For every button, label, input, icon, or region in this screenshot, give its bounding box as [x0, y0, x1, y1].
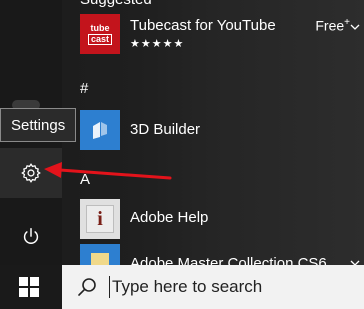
search-icon — [78, 278, 96, 296]
taskbar-search-box[interactable] — [62, 265, 364, 309]
windows-logo-icon — [19, 277, 39, 297]
start-button[interactable] — [0, 265, 58, 309]
start-menu: Settings Suggested tube cast Tubecast fo… — [0, 0, 364, 265]
settings-tooltip: Settings — [0, 108, 77, 142]
taskbar — [0, 265, 364, 309]
search-input[interactable] — [108, 265, 362, 309]
